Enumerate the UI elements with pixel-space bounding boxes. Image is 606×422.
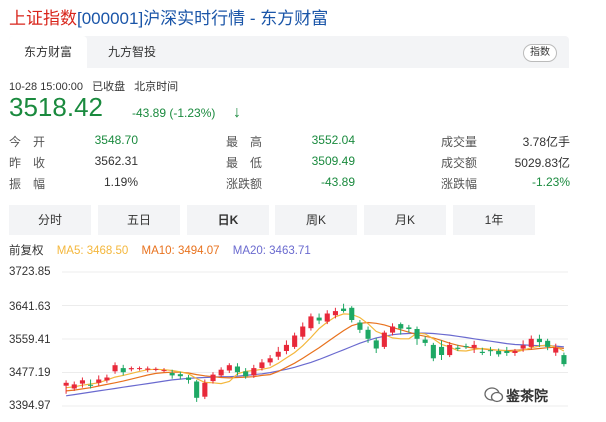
- candle-body: [104, 377, 110, 381]
- candle-body: [479, 351, 485, 353]
- candle-body: [79, 380, 85, 384]
- candle-body: [153, 368, 159, 370]
- candle-body: [341, 308, 347, 311]
- candle-body: [234, 366, 240, 373]
- candle-body: [520, 345, 526, 349]
- candle-body: [71, 384, 77, 389]
- candle-body: [390, 326, 396, 333]
- candle-body: [88, 384, 94, 386]
- candle-body: [63, 382, 69, 386]
- candle-body: [202, 382, 208, 397]
- candle-body: [292, 335, 298, 347]
- candle-body: [161, 370, 167, 372]
- candle-body: [545, 340, 551, 347]
- candle-body: [308, 316, 314, 329]
- candle-body: [120, 368, 126, 373]
- candle-body: [137, 368, 143, 370]
- candle-body: [430, 344, 436, 359]
- candle-body: [194, 381, 200, 398]
- candle-body: [177, 374, 183, 377]
- candle-body: [512, 351, 518, 353]
- candle-body: [561, 355, 567, 365]
- candle-body: [439, 346, 445, 355]
- candle-body: [504, 351, 510, 353]
- candle-body: [463, 346, 469, 348]
- candle-body: [496, 351, 502, 355]
- candle-body: [128, 368, 134, 370]
- candle-body: [487, 350, 493, 352]
- candle-body: [332, 311, 338, 316]
- wechat-icon: [484, 387, 504, 403]
- candle-body: [349, 307, 355, 320]
- candle-body: [455, 347, 461, 349]
- candle-body: [226, 365, 232, 371]
- kline-chart[interactable]: [0, 0, 606, 422]
- candle-body: [324, 313, 330, 322]
- watermark: 鉴茶院: [506, 388, 548, 404]
- candle-body: [422, 339, 428, 343]
- candle-body: [528, 338, 534, 347]
- candle-body: [283, 344, 289, 351]
- candle-body: [169, 373, 175, 376]
- candle-body: [357, 322, 363, 330]
- candle-body: [414, 329, 420, 339]
- candle-body: [145, 368, 151, 370]
- candle-body: [96, 379, 102, 383]
- candle-body: [373, 340, 379, 349]
- candle-body: [112, 365, 118, 372]
- candle-body: [210, 374, 216, 382]
- candle-body: [471, 344, 477, 348]
- candle-body: [243, 371, 249, 377]
- candle-body: [381, 332, 387, 347]
- candle-body: [447, 344, 453, 356]
- candle-body: [275, 351, 281, 357]
- candle-body: [398, 324, 404, 329]
- candle-body: [406, 327, 412, 329]
- candle-body: [365, 329, 371, 339]
- candle-body: [259, 362, 265, 369]
- candle-body: [316, 317, 322, 321]
- candle-body: [553, 347, 559, 353]
- candle-body: [251, 368, 257, 376]
- candle-body: [536, 338, 542, 343]
- candle-body: [267, 358, 273, 363]
- candle-body: [186, 377, 192, 380]
- candle-body: [300, 326, 306, 337]
- candle-body: [218, 369, 224, 376]
